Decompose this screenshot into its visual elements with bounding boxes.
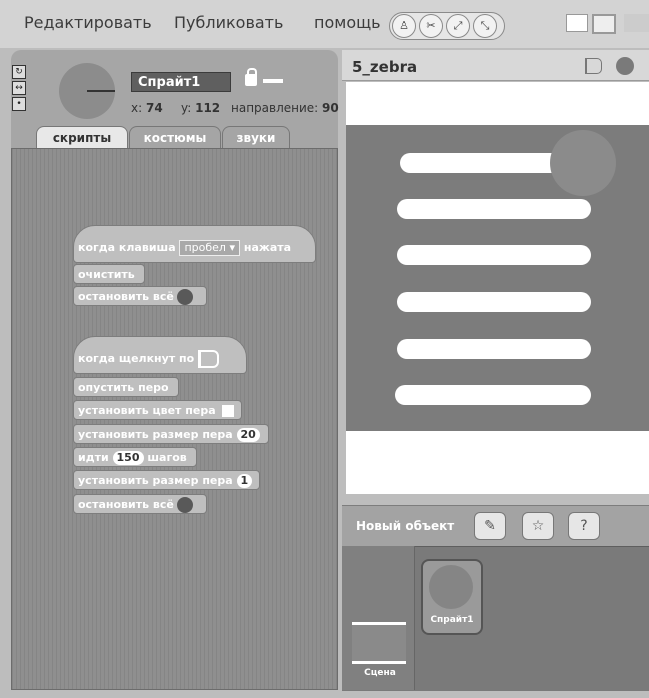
new-sprite-label: Новый объект — [356, 519, 455, 533]
stop-icon — [176, 497, 193, 513]
shrink-tool-icon[interactable]: ⤡ — [473, 14, 497, 38]
when-flag-clicked-block[interactable]: когда щелкнут по — [73, 336, 247, 374]
set-pen-size-block[interactable]: установить размер пера 20 — [73, 424, 269, 444]
green-flag-icon — [198, 350, 220, 368]
grow-tool-icon[interactable]: ⤢ — [446, 14, 470, 38]
menu-edit[interactable]: Редактировать — [24, 13, 152, 32]
stop-icon — [176, 289, 193, 305]
steps-input[interactable]: 150 — [112, 451, 144, 465]
duplicate-tool-icon[interactable]: ♙ — [392, 14, 416, 38]
lock-icon[interactable] — [245, 68, 257, 86]
paint-sprite-icon[interactable]: ✎ — [474, 512, 506, 540]
y-coord: y: 112 — [181, 101, 221, 115]
green-flag-button-icon[interactable] — [585, 58, 602, 74]
when-key-pressed-block[interactable]: когда клавиша пробел ▾ нажата — [73, 225, 316, 263]
direction: направление: 90 — [231, 101, 339, 115]
stage-label: Сцена — [364, 668, 396, 678]
pen-stripe — [395, 385, 591, 405]
sprite-thumbnail — [429, 565, 473, 609]
pen-stripe — [397, 199, 591, 219]
small-stage-icon[interactable] — [566, 14, 588, 32]
pen-stripe — [397, 292, 591, 312]
set-pen-color-block[interactable]: установить цвет пера — [73, 400, 242, 420]
no-rotate-icon[interactable]: • — [12, 97, 26, 111]
stage-thumbnail[interactable] — [352, 622, 406, 664]
stage-sprite[interactable] — [550, 130, 616, 196]
pen-color-swatch[interactable] — [222, 405, 235, 417]
pen-down-block[interactable]: опустить перо — [73, 377, 179, 397]
stop-all-block-2[interactable]: остановить всё — [73, 494, 207, 514]
pen-size-input-2[interactable]: 1 — [236, 474, 253, 488]
x-coord: x: 74 — [131, 101, 163, 115]
sprite-label: Спрайт1 — [430, 615, 474, 625]
delete-tool-icon[interactable]: ✂ — [419, 14, 443, 38]
choose-sprite-icon[interactable]: ☆ — [522, 512, 554, 540]
rotate-all-icon[interactable]: ↻ — [12, 65, 26, 79]
stop-all-block[interactable]: остановить всё — [73, 286, 207, 306]
pen-stripe — [397, 339, 591, 359]
sprite-thumbnail — [59, 63, 115, 119]
flip-left-right-icon[interactable]: ↔ — [12, 81, 26, 95]
key-dropdown[interactable]: пробел ▾ — [179, 240, 240, 256]
clear-block[interactable]: очистить — [73, 264, 145, 284]
set-pen-size-block-2[interactable]: установить размер пера 1 — [73, 470, 260, 490]
tab-sounds[interactable]: звуки — [222, 126, 290, 149]
move-steps-block[interactable]: идти 150 шагов — [73, 447, 197, 467]
random-sprite-icon[interactable]: ? — [568, 512, 600, 540]
tab-costumes[interactable]: костюмы — [129, 126, 221, 149]
pen-color-indicator — [263, 79, 283, 83]
menu-help[interactable]: помощь — [314, 13, 381, 32]
project-title: 5_zebra — [352, 58, 418, 76]
corral-sprite-tile[interactable]: Спрайт1 — [421, 559, 483, 635]
pen-stripe — [397, 245, 591, 265]
pen-size-input[interactable]: 20 — [236, 428, 260, 442]
sprite-name-field[interactable]: Спрайт1 — [131, 72, 231, 92]
normal-stage-icon[interactable] — [592, 14, 616, 34]
presentation-mode-icon[interactable] — [624, 14, 649, 32]
stop-button-icon[interactable] — [616, 57, 634, 75]
menu-publish[interactable]: Публиковать — [174, 13, 283, 32]
tab-scripts[interactable]: скрипты — [36, 126, 128, 149]
